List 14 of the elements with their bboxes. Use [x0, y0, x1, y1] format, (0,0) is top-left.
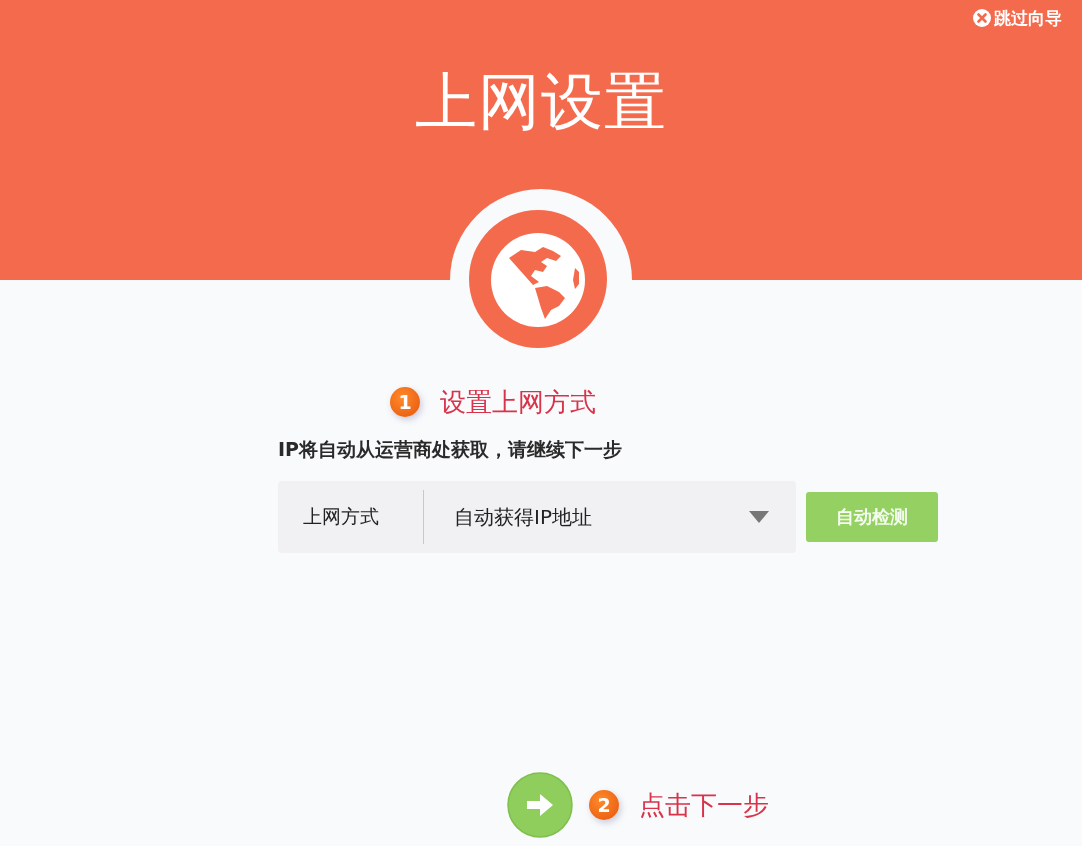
next-arrow-button[interactable]	[507, 772, 573, 838]
field-label: 上网方式	[303, 504, 380, 529]
page-title: 上网设置	[415, 64, 667, 140]
step-label: 设置上网方式	[440, 386, 596, 419]
close-icon	[973, 9, 991, 27]
description-text: IP将自动从运营商处获取，请继续下一步	[278, 437, 622, 462]
caret-icon	[749, 511, 769, 523]
auto-detect-button[interactable]: 自动检测	[806, 492, 938, 542]
connection-type-select[interactable]: 自动获得IP地址	[424, 481, 796, 553]
skip-wizard-button[interactable]: 跳过向导	[973, 6, 1062, 30]
globe-icon	[469, 210, 607, 348]
step-number-badge: 1	[390, 387, 420, 417]
step-label: 点击下一步	[639, 789, 769, 822]
step-number-badge: 2	[589, 790, 619, 820]
